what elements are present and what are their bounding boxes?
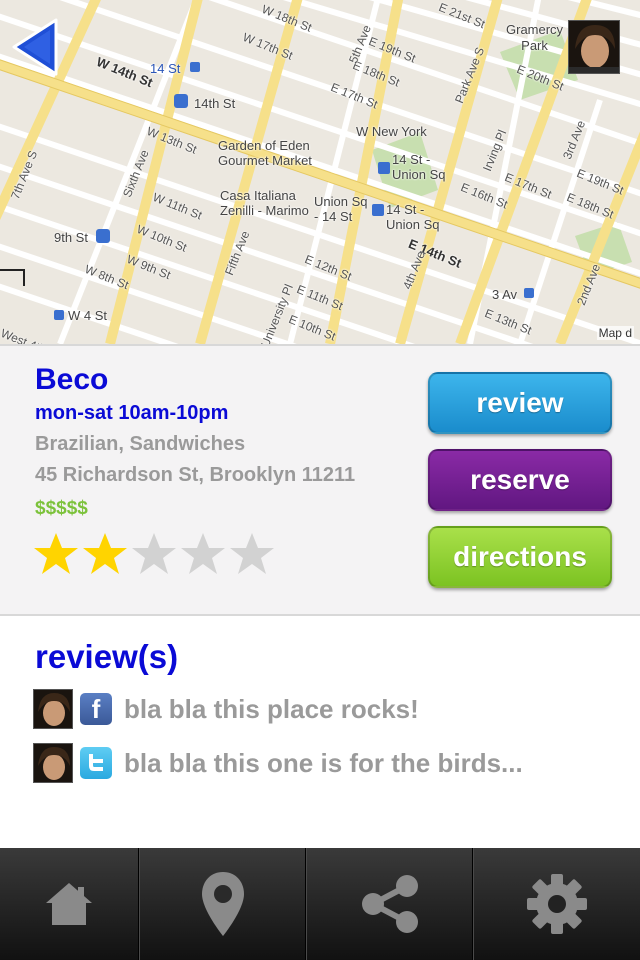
map-label: 14 St: [150, 61, 181, 76]
back-button[interactable]: [10, 16, 62, 78]
star-filled-icon: [34, 533, 78, 574]
gear-icon: [527, 874, 587, 934]
share-icon: [361, 875, 418, 933]
facebook-icon: f: [80, 693, 112, 725]
map-label: 9th St: [54, 230, 88, 245]
avatar-photo: [569, 21, 619, 73]
user-avatar[interactable]: [568, 20, 620, 74]
map-label: Garden of Eden Gourmet Market: [218, 138, 312, 168]
review-item[interactable]: bla bla this one is for the birds...: [33, 742, 523, 784]
home-icon: [46, 883, 92, 925]
review-item[interactable]: f bla bla this place rocks!: [33, 688, 419, 730]
location-pin-icon: [201, 872, 244, 936]
tab-location[interactable]: [139, 848, 306, 960]
map-label: Casa Italiana Zenilli - Marimo: [220, 188, 309, 218]
review-button[interactable]: review: [428, 372, 612, 434]
price-level: $$$$$: [35, 498, 88, 519]
reviewer-avatar: [33, 743, 73, 783]
directions-button[interactable]: directions: [428, 526, 612, 588]
reserve-button[interactable]: reserve: [428, 449, 612, 511]
star-empty-icon: [230, 533, 274, 574]
map-label: 14 St - Union Sq: [386, 202, 440, 232]
tab-settings[interactable]: [473, 848, 640, 960]
twitter-icon: [80, 747, 112, 779]
business-address: 45 Richardson St, Brooklyn 11211: [35, 464, 356, 486]
map-label: W 4 St: [68, 308, 108, 323]
back-arrow-icon: [12, 18, 58, 76]
map-label: W New York: [356, 124, 427, 139]
tab-share[interactable]: [306, 848, 473, 960]
star-empty-icon: [181, 533, 225, 574]
map-label: Union Sq - 14 St: [314, 194, 368, 224]
map-label: Gramercy Park: [506, 22, 564, 53]
map-label: 3 Av: [492, 287, 518, 302]
map-view[interactable]: W 18th St W 17th St W 14th St W 13th St …: [0, 0, 640, 344]
map-label: 14th St: [194, 96, 236, 111]
business-name: Beco: [35, 363, 109, 396]
map-label: 14 St - Union Sq: [392, 152, 446, 182]
business-hours: mon-sat 10am-10pm: [35, 402, 229, 424]
star-empty-icon: [132, 533, 176, 574]
map-attribution: Map d: [596, 326, 634, 340]
business-cuisine: Brazilian, Sandwiches: [35, 433, 246, 455]
review-text: bla bla this place rocks!: [124, 693, 419, 724]
reviews-section: review(s) f bla bla this place rocks! bl…: [0, 614, 640, 848]
star-filled-icon: [83, 533, 127, 574]
reviews-title: review(s): [35, 638, 179, 675]
star-rating: [33, 532, 275, 576]
tab-home[interactable]: [0, 848, 139, 960]
reviewer-avatar: [33, 689, 73, 729]
tab-bar: [0, 848, 640, 960]
business-info-panel: Beco mon-sat 10am-10pm Brazilian, Sandwi…: [0, 344, 640, 614]
review-text: bla bla this one is for the birds...: [124, 747, 523, 778]
